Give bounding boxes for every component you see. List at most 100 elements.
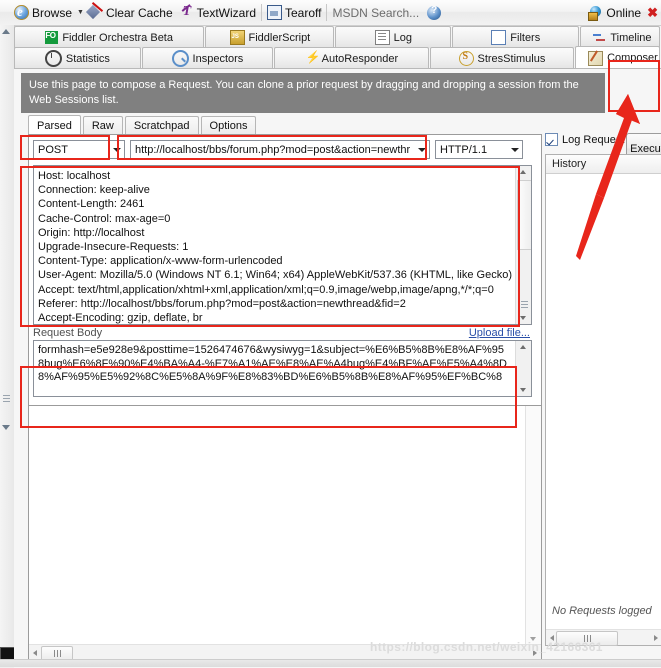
request-headers-text: Host: localhost Connection: keep-alive C…: [38, 170, 513, 325]
toolbar-divider-2: [326, 4, 328, 21]
request-body-text: formhash=e5e928e9&posttime=1526474676&wy…: [38, 344, 507, 384]
window-bottom-edge: [0, 659, 661, 667]
log-request-checkbox-row[interactable]: Log Request: [545, 133, 624, 146]
watermark-text: https://blog.csdn.net/weixin_42166361: [370, 640, 603, 654]
body-vertical-scrollbar[interactable]: [515, 341, 531, 396]
composer-subtabs: Parsed Raw Scratchpad Options: [28, 115, 258, 135]
tab-label: Timeline: [610, 31, 652, 44]
tab-label: StresStimulus: [477, 52, 546, 65]
request-url-value: http://localhost/bbs/forum.php?mod=post&…: [135, 143, 411, 156]
online-toggle[interactable]: Online: [606, 6, 641, 20]
request-url-input[interactable]: http://localhost/bbs/forum.php?mod=post&…: [130, 140, 430, 159]
request-body-editor[interactable]: formhash=e5e928e9&posttime=1526474676&wy…: [33, 340, 532, 397]
main-toolbar: Browse ▼ Clear Cache TextWizard Tearoff …: [0, 0, 661, 26]
internet-explorer-icon: [14, 4, 29, 20]
http-method-select[interactable]: POST: [33, 140, 125, 159]
tab-stresstimulus[interactable]: StresStimulus: [429, 47, 575, 69]
tab-statistics[interactable]: Statistics: [14, 47, 141, 69]
headers-vertical-scrollbar[interactable]: [515, 166, 531, 324]
tab-raw[interactable]: Raw: [82, 116, 123, 135]
tab-label: Scratchpad: [133, 120, 190, 132]
msdn-search-field[interactable]: MSDN Search...: [332, 6, 419, 20]
tab-filters[interactable]: Filters: [452, 26, 580, 48]
browse-dropdown-caret-icon[interactable]: ▼: [77, 9, 84, 16]
upload-file-link[interactable]: Upload file...: [469, 327, 530, 339]
resize-grip-icon[interactable]: [521, 301, 528, 308]
close-icon[interactable]: ✖: [647, 5, 658, 21]
fiddler-window: Browse ▼ Clear Cache TextWizard Tearoff …: [0, 0, 661, 668]
scroll-down-arrow-icon[interactable]: [520, 316, 526, 320]
statistics-icon: [44, 50, 62, 67]
online-globe-icon: [588, 5, 603, 21]
textwizard-button[interactable]: TextWizard: [197, 6, 256, 20]
tab-scratchpad[interactable]: Scratchpad: [124, 116, 199, 135]
tab-label: Parsed: [37, 119, 72, 132]
tab-options[interactable]: Options: [200, 116, 257, 135]
composer-right-column: Log Request History No Requests logged: [545, 133, 661, 660]
log-request-label: Log Request: [562, 133, 625, 146]
toolbar-divider: [261, 4, 262, 21]
http-version-value: HTTP/1.1: [440, 143, 488, 156]
scroll-left-arrow-icon[interactable]: [33, 650, 37, 656]
tab-fiddler-orchestra-beta[interactable]: Fiddler Orchestra Beta: [14, 26, 205, 48]
tab-label: Statistics: [65, 52, 110, 65]
scroll-right-arrow-icon[interactable]: [654, 635, 658, 641]
chevron-down-icon[interactable]: [418, 148, 426, 152]
left-scroll-rail[interactable]: [0, 25, 15, 667]
request-headers-editor[interactable]: Host: localhost Connection: keep-alive C…: [33, 165, 532, 325]
scroll-up-arrow-icon[interactable]: [2, 29, 10, 34]
chevron-down-icon[interactable]: [511, 148, 519, 152]
text-wizard-icon: [181, 4, 194, 20]
history-label: History: [552, 158, 587, 170]
scroll-down-arrow-icon[interactable]: [520, 388, 526, 392]
timeline-icon: [593, 31, 606, 44]
tearoff-button[interactable]: Tearoff: [285, 6, 321, 20]
scroll-thumb-grip-icon[interactable]: [3, 395, 10, 409]
tab-label: Log: [393, 31, 412, 44]
history-panel: History No Requests logged: [545, 154, 661, 646]
request-body-label: Request Body: [33, 327, 103, 339]
composer-icon: [588, 50, 604, 66]
tab-parsed[interactable]: Parsed: [28, 115, 81, 135]
tearoff-icon: [267, 5, 282, 20]
tab-log[interactable]: Log: [335, 26, 452, 48]
tab-label: Options: [209, 120, 248, 132]
clear-cache-icon: [88, 5, 103, 20]
tab-label: Fiddler Orchestra Beta: [62, 31, 173, 44]
request-line-row: POST http://localhost/bbs/forum.php?mod=…: [29, 135, 541, 161]
tab-label: Raw: [91, 120, 114, 132]
parsed-request-panel: POST http://localhost/bbs/forum.php?mod=…: [28, 134, 542, 406]
inspectors-icon: [171, 50, 189, 67]
scroll-up-arrow-icon[interactable]: [520, 345, 526, 349]
scroll-up-arrow-icon[interactable]: [520, 170, 526, 174]
tab-autoresponder[interactable]: AutoResponder: [274, 47, 429, 69]
http-version-select[interactable]: HTTP/1.1: [435, 140, 523, 159]
composer-panel: Use this page to compose a Request. You …: [14, 68, 661, 668]
history-header: History: [546, 155, 661, 174]
http-method-value: POST: [38, 143, 68, 156]
help-icon[interactable]: [427, 5, 442, 20]
checkbox-checked-icon[interactable]: [545, 133, 558, 146]
chevron-down-icon[interactable]: [113, 148, 121, 152]
tab-timeline[interactable]: Timeline: [580, 26, 660, 48]
lower-editor-area[interactable]: [28, 405, 542, 662]
log-icon: [374, 30, 390, 45]
request-body-header-row: Request Body Upload file...: [33, 327, 530, 341]
tab-label: Composer: [607, 52, 658, 64]
fiddler-tabs-row-2: Statistics Inspectors AutoResponder Stre…: [14, 46, 661, 69]
fiddler-tabs-row-1: Fiddler Orchestra Beta FiddlerScript Log…: [14, 26, 661, 48]
tab-label: FiddlerScript: [248, 31, 311, 44]
clear-cache-button[interactable]: Clear Cache: [106, 6, 173, 20]
scroll-down-arrow-icon[interactable]: [2, 425, 10, 430]
tab-inspectors[interactable]: Inspectors: [141, 47, 274, 69]
fiddler-orchestra-icon: [45, 31, 59, 44]
lower-vertical-scrollbar[interactable]: [525, 406, 541, 645]
browse-button[interactable]: Browse: [32, 6, 72, 20]
tab-composer[interactable]: Composer: [575, 46, 660, 69]
tab-label: Filters: [510, 31, 541, 44]
fiddlerscript-icon: [229, 30, 245, 45]
filters-icon: [491, 30, 507, 45]
tab-label: AutoResponder: [321, 52, 399, 65]
scrollbar-thumb[interactable]: [517, 180, 531, 250]
tab-fiddlerscript[interactable]: FiddlerScript: [205, 26, 335, 48]
